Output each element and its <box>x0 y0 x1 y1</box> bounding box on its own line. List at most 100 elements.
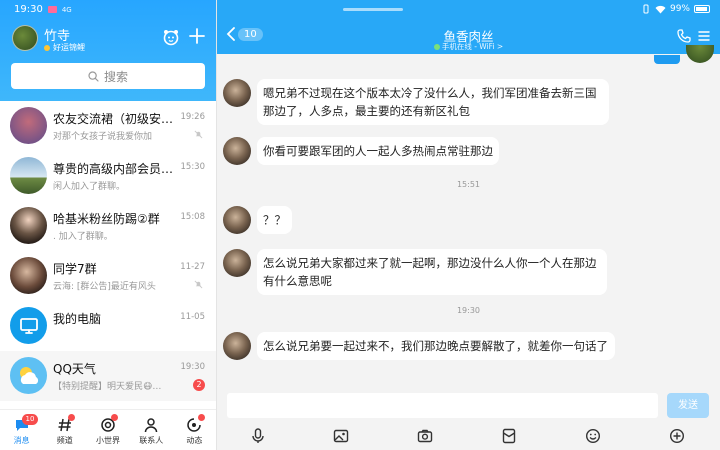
group-avatar <box>10 107 47 144</box>
conversation-item[interactable]: QQ天气 【特别提醒】明天爱民😷… 19:30 2 <box>0 351 216 401</box>
battery-percent: 99% <box>669 4 690 14</box>
tab-label: 消息 <box>13 436 30 445</box>
tab-small-world[interactable]: 小世界 <box>86 410 129 450</box>
message-bubble[interactable]: 怎么说兄弟要一起过来不，我们那边晚点要解散了，就差你一句话了 <box>257 332 615 360</box>
weather-icon <box>19 366 38 384</box>
conversation-time: 15:30 <box>180 162 206 172</box>
sender-avatar[interactable] <box>223 206 251 234</box>
phone-icon[interactable] <box>677 29 691 43</box>
conversation-time: 19:26 <box>180 112 206 122</box>
image-icon[interactable] <box>333 428 349 444</box>
conversation-preview: 对那个女孩子说我爱你加 <box>53 132 153 142</box>
tab-label: 动态 <box>186 436 203 445</box>
message-bubble[interactable]: 怎么说兄弟大家都过来了就一起啊，那边没什么人你一个人在那边有什么意思呢 <box>257 249 607 295</box>
tab-channels[interactable]: 频道 <box>43 410 86 450</box>
emoji-icon[interactable] <box>585 428 601 444</box>
conversation-title: 农友交流裙（初级安… <box>53 112 174 126</box>
mute-bell-icon <box>194 130 203 139</box>
conversation-time: 11-27 <box>180 262 205 272</box>
chat-subtitle[interactable]: 手机在线 - WiFi > <box>217 41 720 52</box>
search-placeholder: 搜索 <box>103 69 128 84</box>
vibrate-icon <box>643 4 649 14</box>
unread-badge: 2 <box>193 379 205 391</box>
composer: 发送 <box>217 388 720 450</box>
drag-handle[interactable] <box>343 8 403 11</box>
bottom-tab-bar: 10 消息 频道 小世界 联系人 动态 <box>0 409 216 450</box>
conversation-title: 尊贵的高级内部会员… <box>53 162 174 176</box>
conversation-item[interactable]: 我的电脑 11-05 <box>0 301 216 351</box>
tab-label: 小世界 <box>96 436 120 445</box>
left-header: 19:30 4G 竹寺 好运锦鲤 搜索 <box>0 0 216 101</box>
weather-avatar <box>10 357 47 394</box>
tab-contacts[interactable]: 联系人 <box>130 410 173 450</box>
conversation-item[interactable]: 农友交流裙（初级安… 对那个女孩子说我爱你加 19:26 <box>0 101 216 151</box>
conversation-item[interactable]: 同学7群 云海: [群公告]最近有风头 11-27 <box>0 251 216 301</box>
conversation-preview: 云海: [群公告]最近有风头 <box>53 282 156 292</box>
own-avatar[interactable] <box>686 45 714 63</box>
conversation-title: 同学7群 <box>53 262 97 276</box>
group-avatar <box>10 257 47 294</box>
microphone-icon[interactable] <box>250 428 266 444</box>
chat-pane: 99% 10 鱼香肉丝 手机在线 - WiFi > 嗯兄弟不过现在这个版本太冷了… <box>217 0 720 450</box>
messages-badge: 10 <box>22 414 38 425</box>
my-status[interactable]: 好运锦鲤 <box>44 42 85 53</box>
search-icon <box>88 70 99 82</box>
computer-icon <box>19 317 38 334</box>
add-icon[interactable] <box>188 27 206 45</box>
my-avatar[interactable] <box>12 25 38 51</box>
contacts-icon <box>144 418 158 433</box>
tab-feed[interactable]: 动态 <box>173 410 216 450</box>
conversation-list: 农友交流裙（初级安… 对那个女孩子说我爱你加 19:26 尊贵的高级内部会员… … <box>0 101 216 401</box>
conversation-pane: 19:30 4G 竹寺 好运锦鲤 搜索 农友交流裙（初级安… 对那个女孩子说我爱… <box>0 0 216 450</box>
menu-icon[interactable] <box>698 30 710 42</box>
group-avatar <box>10 157 47 194</box>
mute-bell-icon <box>194 280 203 289</box>
conversation-title: 我的电脑 <box>53 312 102 326</box>
timestamp: 15:51 <box>456 180 481 189</box>
online-status: 手机在线 - WiFi > <box>441 42 504 51</box>
message-bubble[interactable]: 你看可要跟军团的人一起人多热闹点常驻那边 <box>257 137 499 165</box>
conversation-title: QQ天气 <box>53 362 96 376</box>
red-packet-icon[interactable] <box>501 428 517 444</box>
timestamp: 19:30 <box>456 306 481 315</box>
send-button[interactable]: 发送 <box>667 393 709 418</box>
red-dot <box>68 414 76 421</box>
sender-avatar[interactable] <box>223 137 251 165</box>
group-avatar <box>10 207 47 244</box>
own-message-bubble <box>654 55 680 64</box>
message-bubble[interactable]: 嗯兄弟不过现在这个版本太冷了没什么人，我们军团准备去新三国那边了，人多点，最主要… <box>257 79 609 125</box>
online-dot-icon <box>433 44 440 50</box>
plus-icon[interactable] <box>669 428 685 444</box>
conversation-preview: 闲人加入了群聊。 <box>53 182 126 192</box>
conversation-time: 15:08 <box>180 212 206 222</box>
red-dot <box>197 414 205 421</box>
sender-avatar[interactable] <box>223 249 251 277</box>
tab-messages[interactable]: 10 消息 <box>0 410 43 450</box>
tab-label: 联系人 <box>139 436 164 445</box>
red-dot <box>111 414 119 421</box>
status-bar-right: 99% <box>641 4 710 14</box>
message-input[interactable] <box>227 393 658 418</box>
status-time: 19:30 <box>14 4 43 15</box>
status-bar-left: 19:30 4G <box>14 4 72 15</box>
conversation-preview: 【特别提醒】明天爱民😷… <box>53 382 162 392</box>
computer-avatar <box>10 307 47 344</box>
chat-header: 99% 10 鱼香肉丝 手机在线 - WiFi > <box>217 0 720 54</box>
sender-avatar[interactable] <box>223 332 251 360</box>
search-bar[interactable]: 搜索 <box>11 63 205 89</box>
conversation-item[interactable]: 哈基米粉丝防踢②群 . 加入了群聊。 15:08 <box>0 201 216 251</box>
composer-toolbar <box>217 424 720 448</box>
camera-icon[interactable] <box>417 428 433 444</box>
notification-icon <box>47 6 57 13</box>
conversation-item[interactable]: 尊贵的高级内部会员… 闲人加入了群聊。 15:30 <box>0 151 216 201</box>
conversation-time: 19:30 <box>180 362 206 372</box>
conversation-preview: . 加入了群聊。 <box>53 232 113 242</box>
message-bubble[interactable]: ？？ <box>257 206 292 234</box>
tab-label: 频道 <box>56 436 73 445</box>
battery-icon <box>694 5 710 13</box>
network-label: 4G <box>61 5 72 14</box>
pet-icon[interactable] <box>162 28 180 46</box>
sender-avatar[interactable] <box>223 79 251 107</box>
wifi-icon <box>655 5 666 13</box>
conversation-title: 哈基米粉丝防踢②群 <box>53 212 160 226</box>
